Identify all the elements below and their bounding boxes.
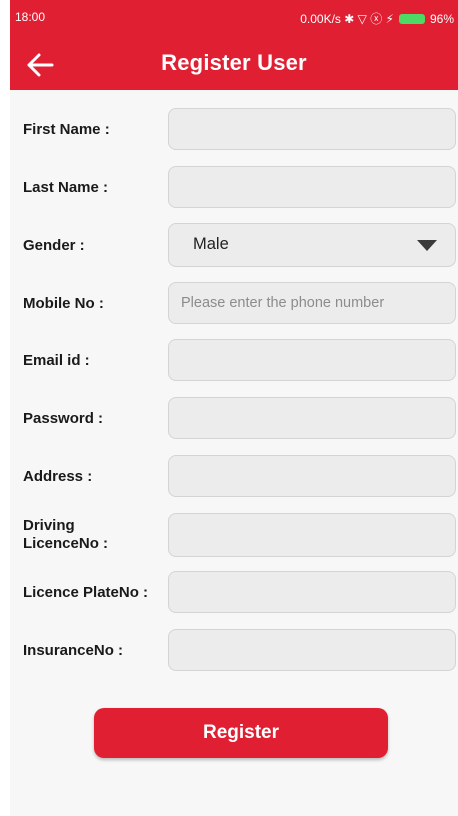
status-time: 18:00: [15, 10, 46, 24]
page-title: Register User: [161, 50, 307, 75]
mobile-input[interactable]: Please enter the phone number: [168, 282, 456, 324]
password-label: Password :: [23, 410, 104, 427]
licence-plate-label: Licence PlateNo :: [23, 584, 149, 601]
last-name-label: Last Name :: [23, 179, 109, 196]
register-button[interactable]: Register: [94, 708, 388, 758]
email-label: Email id :: [23, 352, 90, 369]
status-bar: 18:00 0.00K/s ✱ ▽ ⓧ ⚡ 96%: [10, 0, 458, 40]
dropdown-triangle-icon: [417, 240, 437, 251]
gender-select[interactable]: Male: [168, 223, 456, 267]
licence-plate-input[interactable]: [168, 571, 456, 613]
first-name-input[interactable]: [168, 108, 456, 150]
gender-label: Gender :: [23, 237, 85, 254]
battery-icon: [398, 13, 425, 24]
insurance-label: InsuranceNo :: [23, 642, 124, 659]
password-input[interactable]: [168, 397, 456, 439]
address-label: Address :: [23, 468, 93, 485]
status-indicators: 0.00K/s ✱ ▽ ⓧ ⚡ 96%: [300, 10, 454, 27]
driving-licence-label: Driving LicenceNo :: [23, 517, 108, 553]
insurance-input[interactable]: [168, 629, 456, 671]
phone-screen: 18:00 0.00K/s ✱ ▽ ⓧ ⚡ 96% Register User …: [10, 0, 458, 816]
email-input[interactable]: [168, 339, 456, 381]
address-input[interactable]: [168, 455, 456, 497]
driving-licence-input[interactable]: [168, 513, 456, 557]
app-bar: Register User: [10, 40, 458, 90]
driving-licence-label-line2: LicenceNo :: [23, 535, 109, 552]
first-name-label: First Name :: [23, 121, 110, 138]
gender-selected-value: Male: [193, 235, 229, 253]
network-speed: 0.00K/s ✱ ▽ ⓧ ⚡: [300, 12, 394, 26]
battery-level: 96%: [429, 11, 454, 26]
last-name-input[interactable]: [168, 166, 456, 208]
mobile-label: Mobile No :: [23, 295, 104, 312]
driving-licence-label-line1: Driving: [23, 517, 75, 534]
